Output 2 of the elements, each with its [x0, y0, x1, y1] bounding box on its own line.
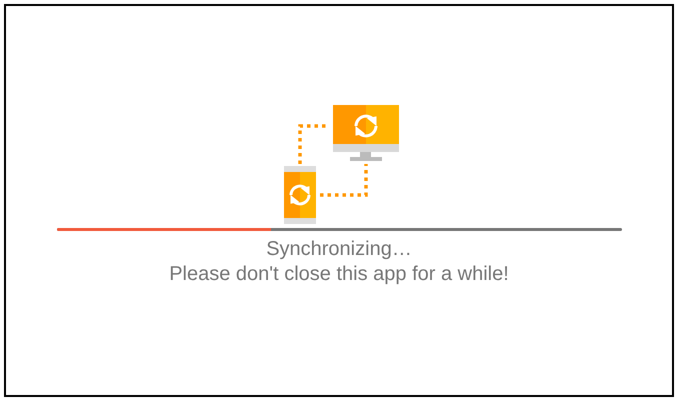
message-text: Please don't close this app for a while! [169, 262, 509, 286]
status-text: Synchronizing… [266, 237, 412, 261]
